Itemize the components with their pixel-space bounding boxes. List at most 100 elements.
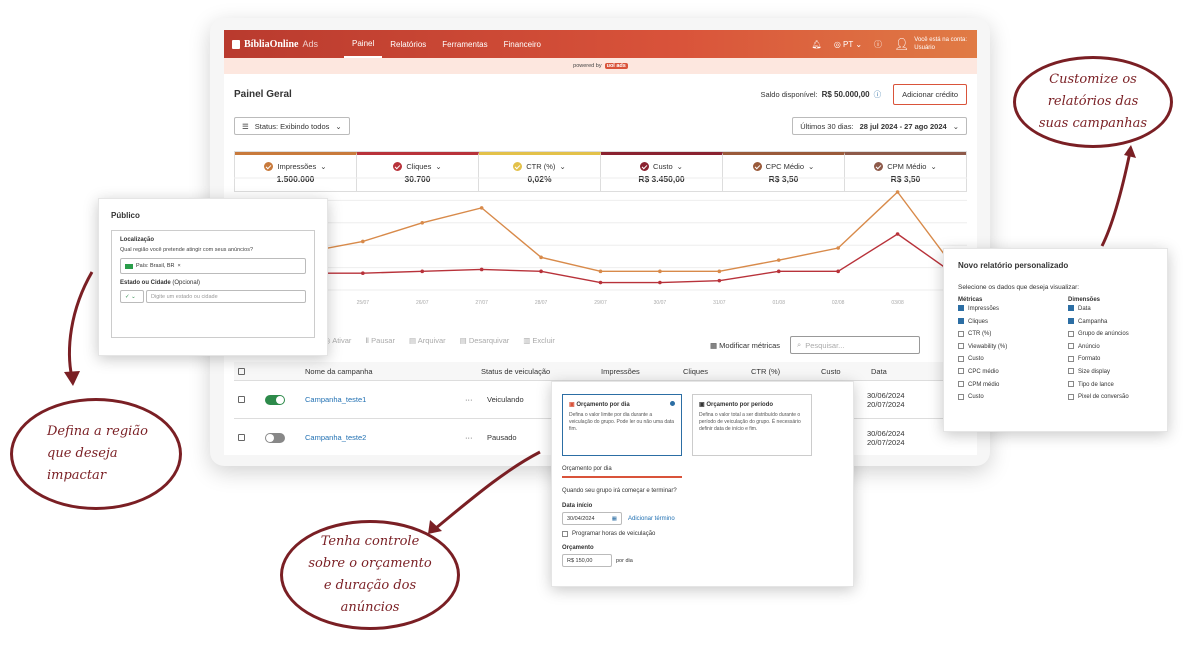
daily-budget-card[interactable]: ▣ Orçamento por dia Defina o valor limit… [562, 394, 682, 456]
selected-radio[interactable] [670, 401, 675, 406]
add-credit-button[interactable]: Adicionar crédito [893, 83, 967, 105]
schedule-checkbox[interactable] [562, 531, 568, 537]
checklist-item[interactable]: Data [1068, 303, 1129, 316]
checklist-item[interactable]: Viewability (%) [958, 341, 1068, 354]
campaign-link[interactable]: Campanha_teste1 [305, 395, 465, 404]
checkbox[interactable] [958, 330, 964, 337]
nav-item-financeiro[interactable]: Financeiro [496, 30, 549, 58]
checklist-item[interactable]: Size display [1068, 366, 1129, 379]
checklist-item[interactable]: Anúncio [1068, 341, 1129, 354]
checklist-item[interactable]: CPC médio [958, 366, 1068, 379]
row-checkbox[interactable] [238, 396, 245, 403]
data-point[interactable] [717, 278, 722, 283]
help-icon[interactable]: ⓘ [874, 39, 882, 50]
data-point[interactable] [836, 269, 840, 274]
campaign-link[interactable]: Campanha_teste2 [305, 433, 465, 442]
header-name[interactable]: Nome da campanha [305, 367, 481, 376]
data-point[interactable] [539, 269, 543, 274]
nav-item-relatorios[interactable]: Relatórios [382, 30, 434, 58]
checkbox[interactable] [1068, 343, 1074, 350]
data-point[interactable] [598, 269, 603, 274]
checkbox[interactable] [1068, 318, 1074, 325]
data-point[interactable] [539, 255, 543, 260]
data-point[interactable] [776, 258, 781, 262]
checklist-item[interactable]: Campanha [1068, 316, 1129, 329]
checkbox[interactable] [958, 305, 964, 312]
checkbox[interactable] [958, 318, 964, 325]
header-impressions[interactable]: Impressões [601, 367, 683, 376]
checklist-item[interactable]: Tipo de lance [1068, 379, 1129, 392]
chip-close-icon[interactable]: × [178, 263, 181, 269]
info-icon[interactable]: ⓘ [874, 89, 882, 100]
header-status[interactable]: Status de veiculação [481, 367, 601, 376]
header-clicks[interactable]: Cliques [683, 367, 751, 376]
period-budget-card[interactable]: ▣ Orçamento por período Defina o valor t… [692, 394, 812, 456]
checklist-item[interactable]: Pixel de conversão [1068, 391, 1129, 404]
state-input[interactable]: Digite um estado ou cidade [146, 290, 306, 303]
delete-action[interactable]: ▥ Excluir [523, 336, 555, 345]
data-point[interactable] [895, 232, 900, 236]
checkbox[interactable] [1068, 368, 1074, 375]
data-point[interactable] [658, 269, 662, 274]
header-cost[interactable]: Custo [821, 367, 871, 376]
checklist-item[interactable]: Impressões [958, 303, 1068, 316]
more-icon[interactable]: ··· [465, 433, 487, 442]
status-toggle[interactable] [265, 432, 285, 443]
pause-action[interactable]: Ⅱ Pausar [365, 336, 395, 345]
data-point[interactable] [598, 280, 603, 285]
brand-logo[interactable]: BíbliaOnline Ads [224, 39, 344, 50]
checklist-item[interactable]: Grupo de anúncios [1068, 328, 1129, 341]
data-point[interactable] [479, 267, 484, 272]
checklist-item[interactable]: CPM médio [958, 379, 1068, 392]
data-point[interactable] [361, 271, 365, 275]
nav-item-painel[interactable]: Painel [344, 30, 383, 58]
status-filter[interactable]: ☰ Status: Exibindo todos ⌄ [234, 117, 350, 135]
select-all-checkbox[interactable] [238, 367, 245, 375]
checkbox[interactable] [1068, 355, 1074, 362]
checkbox[interactable] [1068, 380, 1074, 387]
date-range-selector[interactable]: Últimos 30 dias: 28 jul 2024 - 27 ago 20… [792, 117, 967, 135]
checkbox[interactable] [1068, 393, 1074, 400]
status-toggle[interactable] [265, 394, 285, 405]
data-point[interactable] [717, 269, 722, 274]
checkbox[interactable] [1068, 330, 1074, 337]
nav-item-ferramentas[interactable]: Ferramentas [434, 30, 495, 58]
search-input[interactable]: ⌕ Pesquisar... [790, 336, 921, 354]
data-point[interactable] [361, 239, 365, 244]
calendar-icon[interactable]: ▦ [612, 516, 617, 522]
language-selector[interactable]: ◎ PT ⌄ [834, 40, 862, 49]
checklist-item[interactable]: Formato [1068, 353, 1129, 366]
checklist-item[interactable]: CTR (%) [958, 328, 1068, 341]
archive-action[interactable]: ▤ Arquivar [409, 336, 446, 345]
country-input[interactable]: País: Brasil, BR × [120, 258, 306, 274]
data-point[interactable] [836, 246, 840, 250]
unarchive-action[interactable]: ▤ Desarquivar [460, 336, 510, 345]
checkbox[interactable] [958, 343, 964, 350]
checkbox[interactable] [958, 393, 964, 400]
data-point[interactable] [658, 280, 662, 285]
activate-action[interactable]: ◎ Ativar [324, 336, 351, 345]
budget-input[interactable]: R$ 150,00 [562, 554, 612, 567]
checklist-item[interactable]: Cliques [958, 316, 1068, 329]
checkbox[interactable] [958, 380, 964, 387]
header-date[interactable]: Data [871, 367, 887, 376]
user-menu[interactable]: 👤︎ Você está na conta: Usuário [894, 36, 967, 52]
bell-icon[interactable]: 🔔︎ [812, 40, 822, 49]
checkbox[interactable] [958, 355, 964, 362]
data-point[interactable] [776, 269, 781, 274]
add-end-date-link[interactable]: Adicionar término [628, 516, 675, 522]
checkbox[interactable] [1068, 305, 1074, 312]
data-point[interactable] [479, 206, 484, 210]
row-checkbox[interactable] [238, 434, 245, 441]
start-date-input[interactable]: 30/04/2024 ▦ [562, 512, 622, 525]
checklist-item[interactable]: Custo [958, 353, 1068, 366]
data-point[interactable] [420, 269, 425, 274]
data-point[interactable] [420, 221, 425, 225]
checklist-item[interactable]: Custo [958, 391, 1068, 404]
checkbox[interactable] [958, 368, 964, 375]
more-icon[interactable]: ··· [465, 395, 487, 404]
header-ctr[interactable]: CTR (%) [751, 367, 821, 376]
match-type-select[interactable]: ✓ ⌄ [120, 290, 144, 303]
modify-metrics-button[interactable]: ▦ Modificar métricas [710, 341, 780, 350]
tab-daily-budget[interactable]: Orçamento por dia [562, 466, 682, 478]
